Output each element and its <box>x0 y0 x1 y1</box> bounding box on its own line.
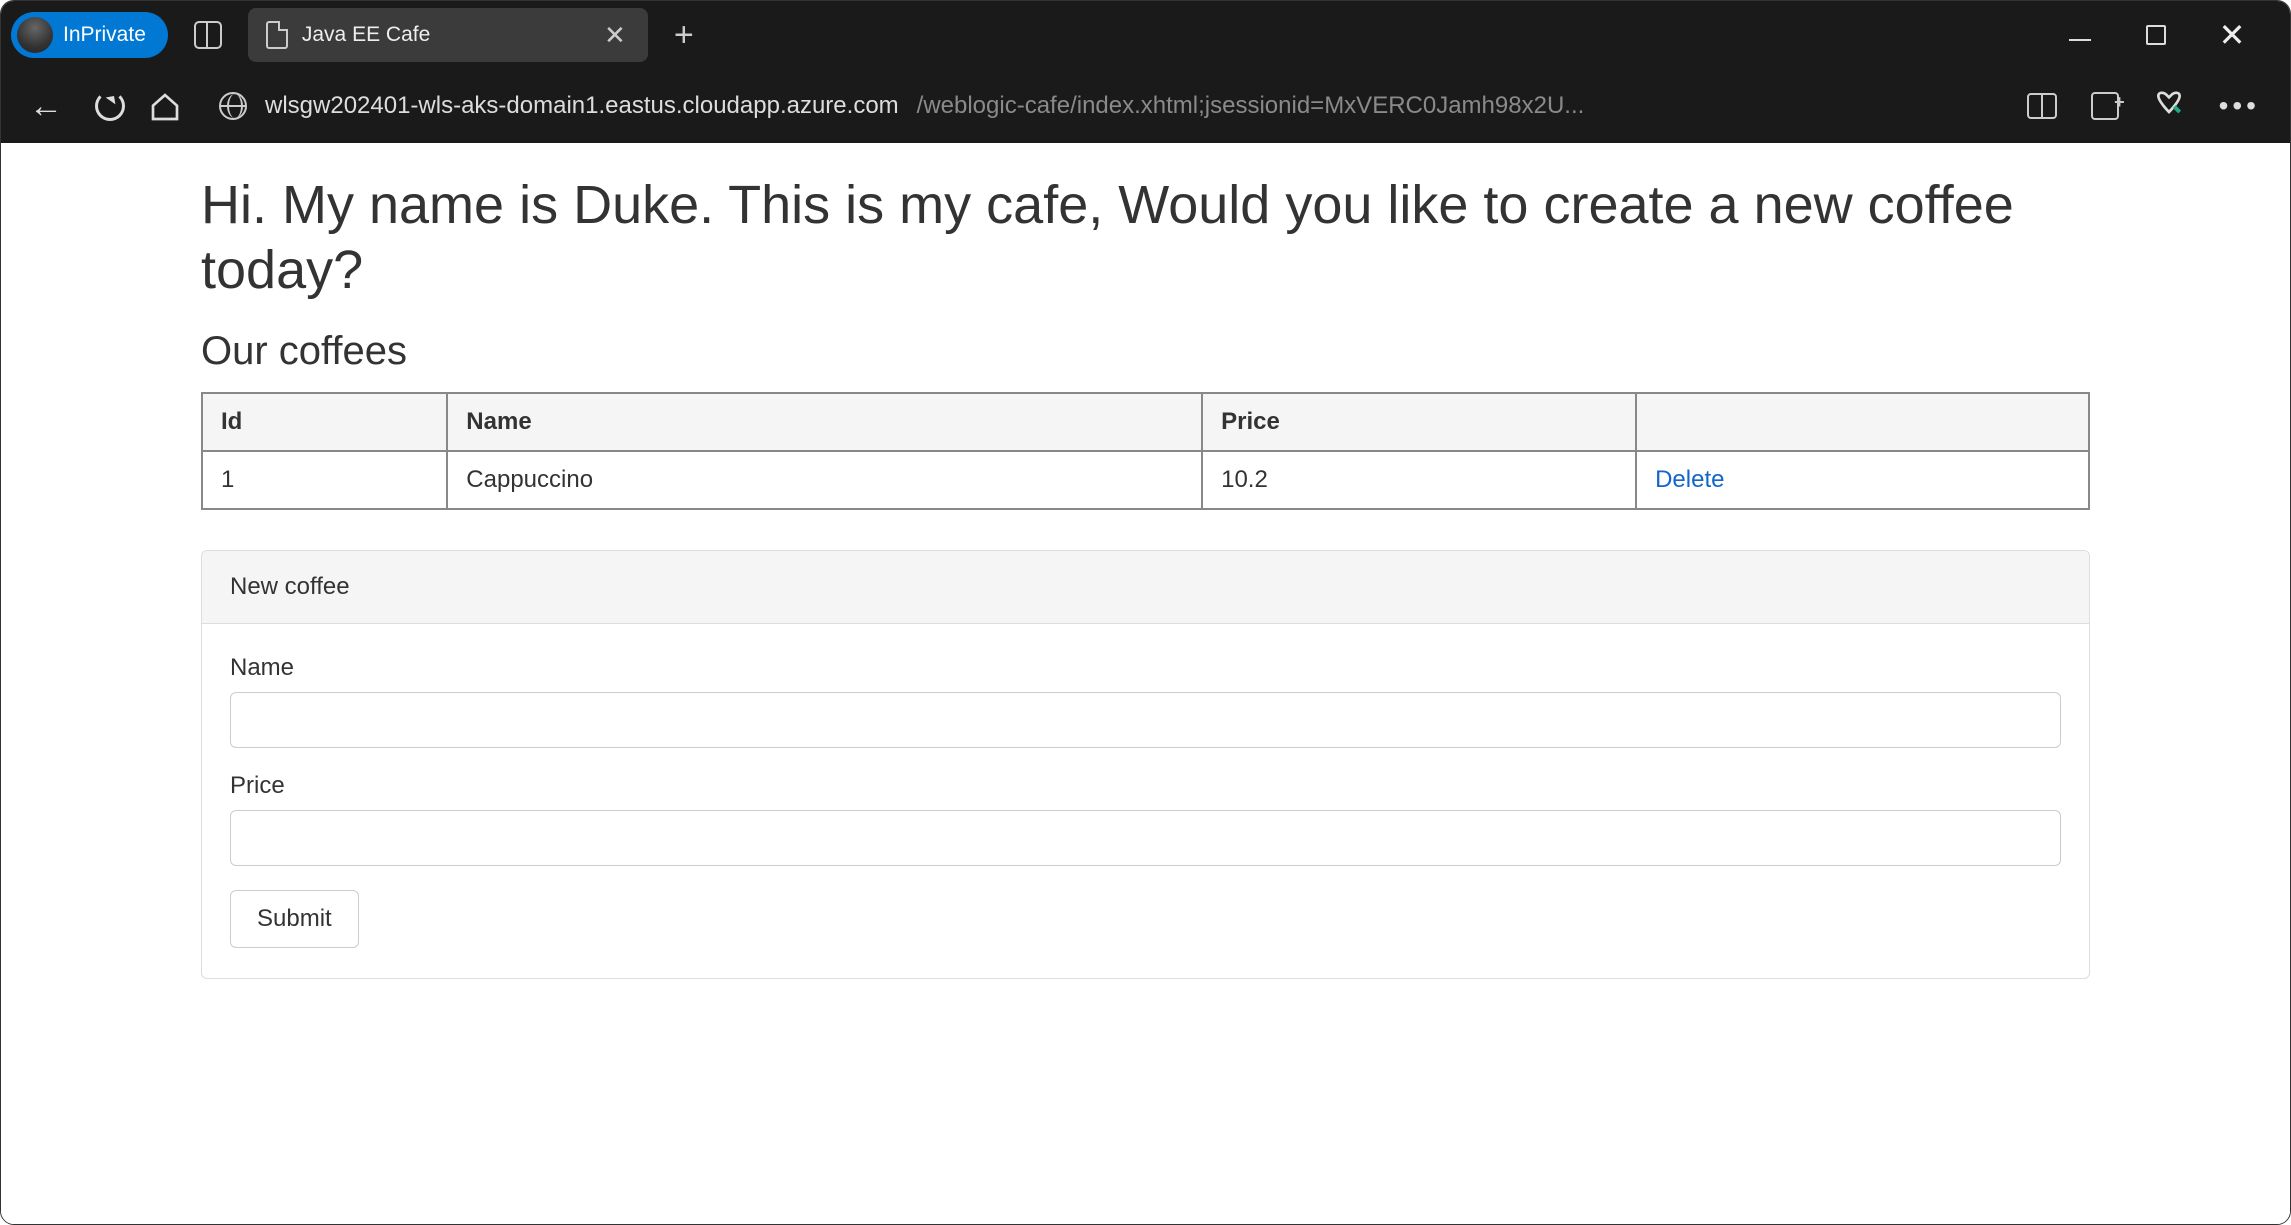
window-controls: ✕ <box>2062 17 2280 53</box>
price-input[interactable] <box>230 810 2061 866</box>
page-heading: Hi. My name is Duke. This is my cafe, Wo… <box>201 173 2090 303</box>
avatar-icon <box>17 17 53 53</box>
new-tab-button[interactable]: + <box>674 16 694 55</box>
page-subheading: Our coffees <box>201 329 2090 374</box>
address-bar[interactable]: wlsgw202401-wls-aks-domain1.eastus.cloud… <box>203 92 2003 120</box>
cell-name: Cappuccino <box>447 451 1202 509</box>
tab-actions-icon[interactable] <box>194 21 222 49</box>
browser-tab[interactable]: Java EE Cafe ✕ <box>248 8 648 62</box>
table-row: 1 Cappuccino 10.2 Delete <box>202 451 2089 509</box>
close-window-button[interactable]: ✕ <box>2214 17 2250 53</box>
panel-body: Name Price Submit <box>202 624 2089 978</box>
price-label: Price <box>230 772 2061 800</box>
th-action <box>1636 393 2089 451</box>
coffee-table: Id Name Price 1 Cappuccino 10.2 Delete <box>201 392 2090 510</box>
more-menu-icon[interactable]: ••• <box>2219 90 2260 122</box>
submit-button[interactable]: Submit <box>230 890 359 948</box>
cell-action: Delete <box>1636 451 2089 509</box>
cell-id: 1 <box>202 451 447 509</box>
maximize-button[interactable] <box>2138 17 2174 53</box>
name-input[interactable] <box>230 692 2061 748</box>
panel-title: New coffee <box>202 551 2089 624</box>
split-screen-icon[interactable] <box>2027 93 2057 119</box>
new-coffee-panel: New coffee Name Price Submit <box>201 550 2090 979</box>
cell-price: 10.2 <box>1202 451 1636 509</box>
th-name: Name <box>447 393 1202 451</box>
th-price: Price <box>1202 393 1636 451</box>
favorites-icon[interactable] <box>2153 88 2185 125</box>
page-icon <box>266 21 288 49</box>
tab-title: Java EE Cafe <box>302 23 586 47</box>
refresh-button[interactable] <box>95 91 125 121</box>
toolbar-right: ••• <box>2027 88 2270 125</box>
inprivate-badge[interactable]: InPrivate <box>11 12 168 58</box>
title-bar: InPrivate Java EE Cafe ✕ + ✕ <box>1 1 2290 69</box>
collections-icon[interactable] <box>2091 92 2119 120</box>
th-id: Id <box>202 393 447 451</box>
globe-icon <box>219 92 247 120</box>
url-path: /weblogic-cafe/index.xhtml;jsessionid=Mx… <box>917 92 1585 120</box>
delete-link[interactable]: Delete <box>1655 466 1724 493</box>
url-host: wlsgw202401-wls-aks-domain1.eastus.cloud… <box>265 92 899 120</box>
name-label: Name <box>230 654 2061 682</box>
table-header-row: Id Name Price <box>202 393 2089 451</box>
home-button[interactable] <box>149 91 179 121</box>
inprivate-label: InPrivate <box>63 23 146 47</box>
page-content: Hi. My name is Duke. This is my cafe, Wo… <box>1 143 2290 1224</box>
back-button[interactable]: ← <box>21 87 71 126</box>
browser-toolbar: ← wlsgw202401-wls-aks-domain1.eastus.clo… <box>1 69 2290 143</box>
minimize-button[interactable] <box>2062 17 2098 53</box>
close-tab-icon[interactable]: ✕ <box>600 20 630 51</box>
browser-window: InPrivate Java EE Cafe ✕ + ✕ ← wlsgw2024… <box>0 0 2291 1225</box>
